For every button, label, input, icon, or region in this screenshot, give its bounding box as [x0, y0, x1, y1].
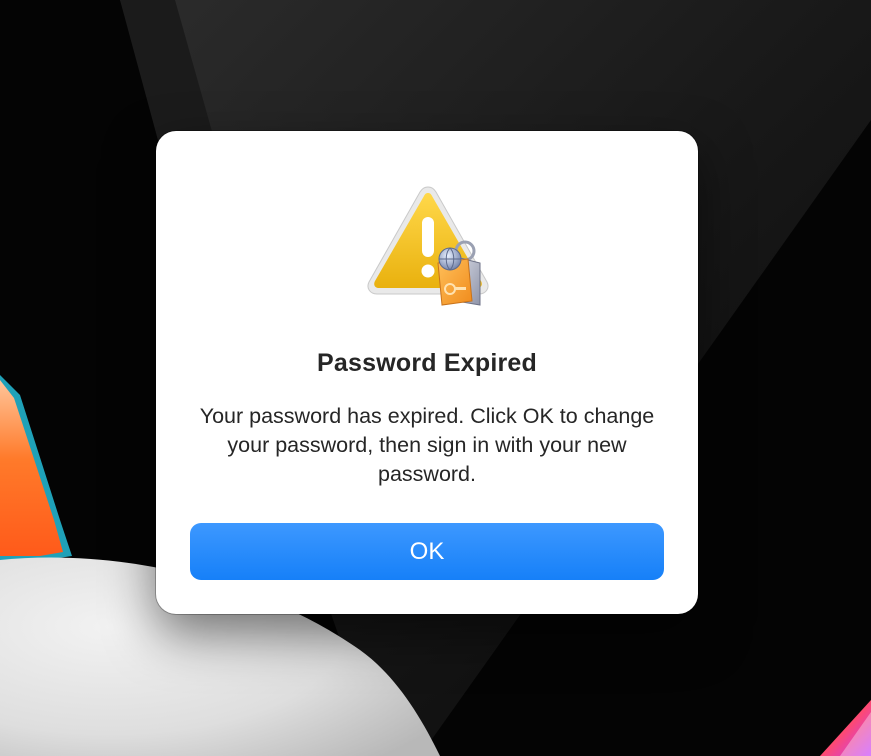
dialog-message: Your password has expired. Click OK to c… — [199, 404, 655, 486]
password-expired-dialog: Password Expired Your password has expir… — [156, 131, 698, 614]
warning-keychain-icon — [362, 181, 494, 309]
dialog-title: Password Expired — [317, 349, 537, 377]
desktop: Password Expired Your password has expir… — [0, 0, 871, 756]
ok-button[interactable]: OK — [190, 523, 664, 580]
